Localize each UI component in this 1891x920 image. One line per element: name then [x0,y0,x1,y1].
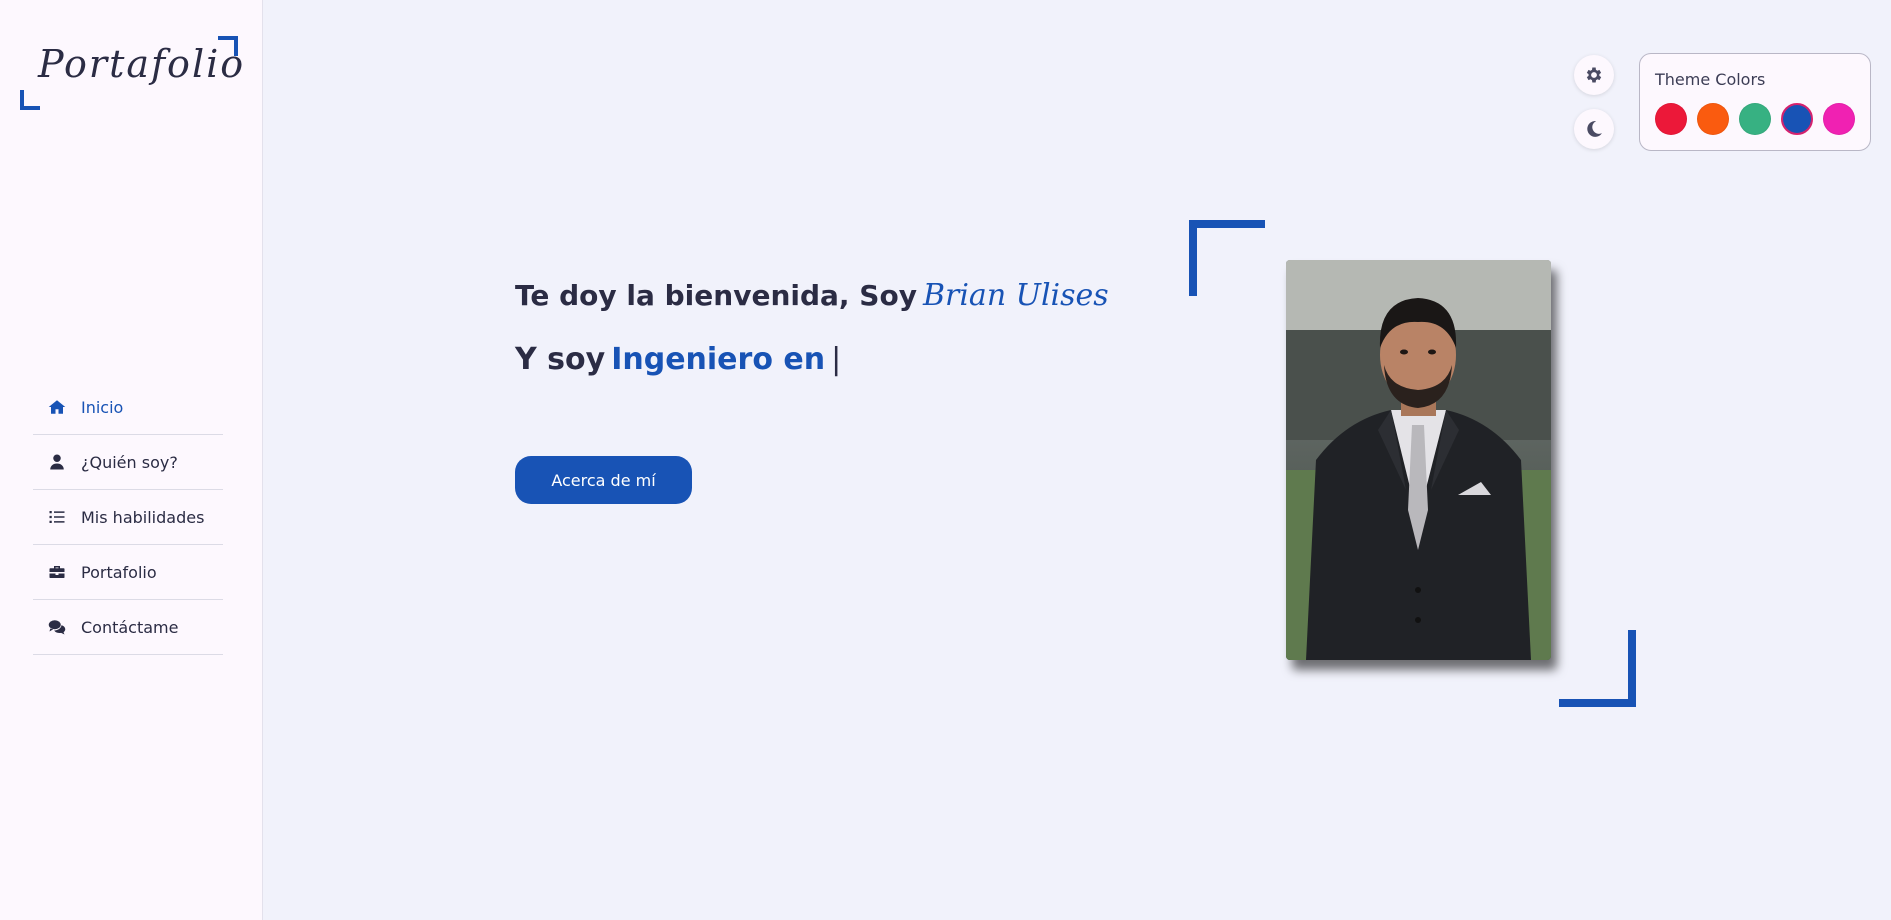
photo-frame-top-left [1189,220,1265,296]
sidebar-item-quien-soy[interactable]: ¿Quién soy? [33,435,223,490]
sidebar-item-inicio[interactable]: Inicio [33,380,223,435]
hero-greeting-text: Te doy la bienvenida, Soy [515,279,917,312]
theme-swatch-orange[interactable] [1697,103,1729,135]
sidebar-item-label: Inicio [81,397,124,417]
profile-photo [1286,260,1551,660]
sidebar-item-label: Portafolio [81,562,157,582]
hero-name: Brian Ulises [922,278,1109,313]
dark-mode-toggle[interactable] [1574,109,1614,149]
home-icon [47,398,67,416]
typing-cursor: | [831,342,842,377]
logo-text: Portafolio [38,42,246,86]
briefcase-icon [47,563,67,581]
theme-swatch-blue[interactable] [1781,103,1813,135]
sidebar-item-mis-habilidades[interactable]: Mis habilidades [33,490,223,545]
theme-swatch-red[interactable] [1655,103,1687,135]
gear-icon [1584,65,1604,85]
hero-prefix: Y soy [515,342,606,377]
logo[interactable]: Portafolio [20,36,243,110]
settings-button[interactable] [1574,55,1614,95]
user-icon [47,453,67,471]
comments-icon [47,618,67,636]
profile-photo-image [1286,260,1551,660]
logo-corner-bottom-left [20,90,40,110]
about-me-button[interactable]: Acerca de mí [515,456,692,504]
sidebar-item-label: ¿Quién soy? [81,452,178,472]
list-icon [47,508,67,526]
sidebar-item-label: Mis habilidades [81,507,205,527]
sidebar-item-portafolio[interactable]: Portafolio [33,545,223,600]
theme-swatch-green[interactable] [1739,103,1771,135]
theme-colors-panel: Theme Colors [1639,53,1871,151]
moon-icon [1584,119,1604,139]
theme-colors-title: Theme Colors [1655,70,1766,89]
sidebar-item-contactame[interactable]: Contáctame [33,600,223,655]
sidebar-item-label: Contáctame [81,617,179,637]
theme-swatches [1655,103,1865,135]
hero-role-line: Y soy Ingeniero en | [515,342,841,377]
hero-role: Ingeniero en [611,342,826,377]
sidebar-nav: Inicio ¿Quién soy? Mis habilidades Porta… [33,380,223,655]
photo-frame-bottom-right [1559,630,1636,707]
hero-greeting: Te doy la bienvenida, Soy Brian Ulises [515,278,1109,313]
theme-swatch-pink[interactable] [1823,103,1855,135]
sidebar: Portafolio Inicio ¿Quién soy? Mis habili… [0,0,263,920]
